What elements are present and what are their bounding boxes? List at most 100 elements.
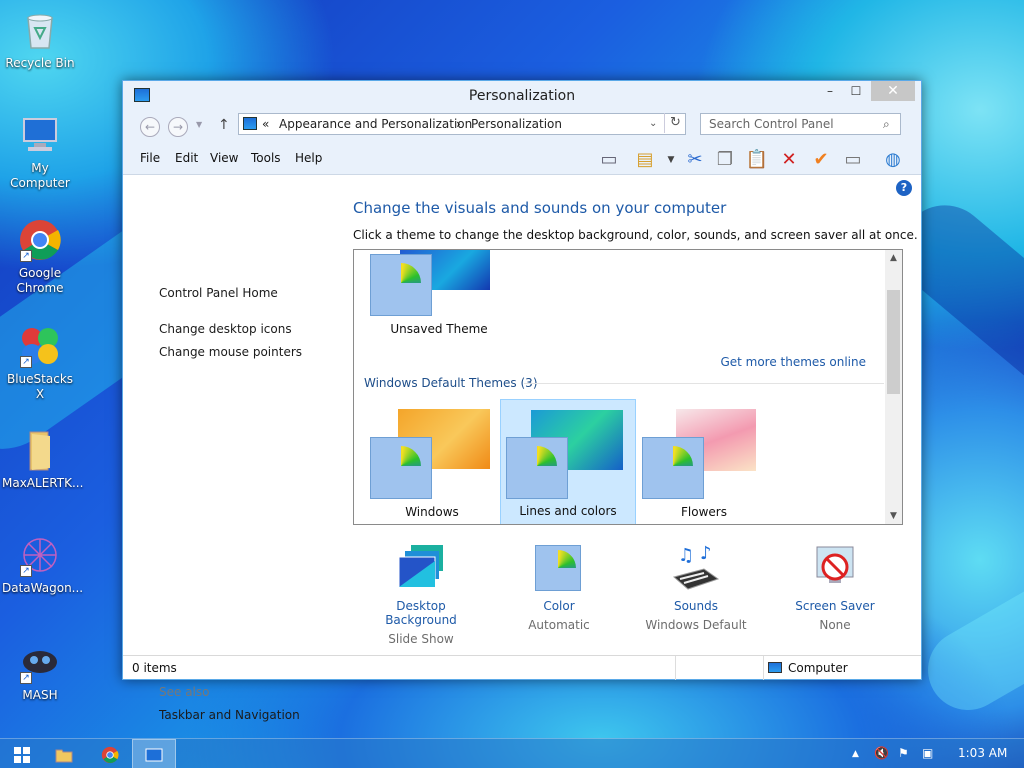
shortcut-arrow-icon: ↗ — [20, 250, 32, 262]
volume-muted-icon[interactable]: 🔇 — [874, 746, 889, 760]
cut-icon[interactable]: ✂ — [683, 149, 707, 171]
setting-value: None — [819, 618, 851, 632]
menu-edit[interactable]: Edit — [175, 151, 198, 165]
menu-toolbar-row: File Edit View Tools Help ▭ ▤ ▼ ✂ ❐ 📋 ✕ … — [123, 143, 921, 175]
paste-icon[interactable]: 📋 — [745, 149, 769, 171]
sounds-setting[interactable]: ♫ ♪ Sounds Windows Default — [636, 543, 756, 632]
scroll-up-icon[interactable]: ▲ — [885, 253, 902, 263]
theme-flowers[interactable]: Flowers — [636, 399, 772, 524]
control-panel-home-link[interactable]: Control Panel Home — [159, 286, 278, 300]
desktop-icon-my-computer[interactable]: My Computer — [2, 113, 78, 191]
personalization-window: Personalization – ☐ ✕ ← → ▼ ↑ « Appearan… — [122, 80, 922, 722]
change-desktop-icons-link[interactable]: Change desktop icons — [159, 322, 292, 336]
datawagon-icon: ↗ — [18, 533, 62, 577]
color-swatch — [535, 545, 581, 591]
address-row: ← → ▼ ↑ « Appearance and Personalization… — [123, 109, 921, 143]
folder-icon — [55, 749, 73, 762]
setting-value: Automatic — [528, 618, 590, 632]
up-button[interactable]: ↑ — [218, 117, 230, 133]
breadcrumb-personalization[interactable]: Personalization — [471, 117, 562, 131]
desktop-background-icon — [395, 543, 447, 595]
taskbar-navigation-link[interactable]: Taskbar and Navigation — [159, 708, 300, 722]
preview-pane-icon[interactable]: ▭ — [597, 149, 621, 171]
breadcrumb-appearance[interactable]: Appearance and Personalization — [279, 117, 472, 131]
chrome-icon — [101, 746, 119, 763]
desktop-icon-bluestacks[interactable]: ↗ BlueStacks X — [2, 324, 78, 402]
desktop-icon-label: My Computer — [10, 161, 70, 190]
desktop-icon-maxalert[interactable]: MaxALERTK... — [2, 428, 83, 491]
svg-text:♫: ♫ — [678, 545, 694, 566]
title-bar[interactable]: Personalization – ☐ ✕ — [123, 81, 921, 109]
themes-scrollbar[interactable]: ▲ ▼ — [885, 250, 902, 524]
theme-unsaved[interactable]: Unsaved Theme — [364, 250, 500, 344]
action-center-icon[interactable]: ⚑ — [898, 746, 909, 760]
theme-windows[interactable]: Windows — [364, 399, 500, 524]
theme-name: Windows — [405, 505, 459, 519]
menu-tools[interactable]: Tools — [251, 151, 281, 165]
control-panel-icon — [145, 748, 163, 761]
color-swatch — [506, 437, 568, 499]
desktop-icon-mash[interactable]: ↗ MASH — [2, 640, 78, 703]
computer-icon — [18, 113, 62, 157]
forward-button[interactable]: → — [168, 117, 188, 137]
color-setting[interactable]: Color Automatic — [499, 543, 619, 632]
delete-icon[interactable]: ✕ — [777, 149, 801, 171]
start-button[interactable] — [0, 739, 44, 768]
shortcut-arrow-icon: ↗ — [20, 565, 32, 577]
globe-icon[interactable]: ◍ — [881, 149, 905, 171]
refresh-icon[interactable]: ↻ — [664, 113, 686, 133]
menu-file[interactable]: File — [140, 151, 160, 165]
chevron-down-icon[interactable]: ⌄ — [649, 118, 657, 129]
search-icon: ⌕ — [883, 117, 890, 131]
desktop-icon-datawagon[interactable]: ↗ DataWagon... — [2, 533, 83, 596]
help-icon[interactable]: ? — [896, 180, 912, 196]
show-hidden-icons-button[interactable]: ▲ — [852, 749, 859, 759]
chrome-taskbar-button[interactable] — [88, 739, 132, 768]
bluestacks-icon: ↗ — [18, 324, 62, 368]
theme-lines-and-colors[interactable]: Lines and colors — [500, 399, 636, 524]
menu-help[interactable]: Help — [295, 151, 322, 165]
divider — [763, 656, 764, 680]
screen-saver-setting[interactable]: Screen Saver None — [775, 543, 895, 632]
color-swatch — [370, 437, 432, 499]
color-swatch — [370, 254, 432, 316]
page-title: Change the visuals and sounds on your co… — [353, 199, 727, 217]
search-input[interactable]: Search Control Panel — [700, 113, 901, 135]
scroll-down-icon[interactable]: ▼ — [885, 511, 902, 521]
color-fan-icon — [645, 438, 702, 495]
close-button[interactable]: ✕ — [871, 81, 915, 101]
desktop-icon-label: Recycle Bin — [5, 56, 75, 70]
organize-icon[interactable]: ▤ — [633, 149, 657, 171]
menu-view[interactable]: View — [210, 151, 238, 165]
window-title: Personalization — [468, 88, 576, 104]
rename-icon[interactable]: ▭ — [841, 149, 865, 171]
maximize-button[interactable]: ☐ — [843, 81, 869, 101]
file-explorer-taskbar-button[interactable] — [42, 739, 86, 768]
recent-pages-icon[interactable]: ▼ — [196, 120, 202, 129]
divider — [675, 656, 676, 680]
desktop-icon-google-chrome[interactable]: ↗ Google Chrome — [2, 218, 78, 296]
desktop-background-setting[interactable]: Desktop Background Slide Show — [361, 543, 481, 646]
organize-dropdown-icon[interactable]: ▼ — [659, 149, 683, 171]
scrollbar-thumb[interactable] — [887, 290, 900, 394]
properties-check-icon[interactable]: ✔ — [809, 149, 833, 171]
page-description: Click a theme to change the desktop back… — [353, 228, 918, 242]
network-icon[interactable]: ▣ — [922, 746, 933, 760]
get-more-themes-link[interactable]: Get more themes online — [720, 355, 866, 369]
copy-icon[interactable]: ❐ — [713, 149, 737, 171]
address-bar[interactable]: « Appearance and Personalization › Perso… — [238, 113, 686, 135]
color-fan-icon — [533, 543, 584, 594]
minimize-button[interactable]: – — [817, 81, 843, 101]
address-prefix: « — [262, 117, 270, 131]
shortcut-arrow-icon: ↗ — [20, 672, 32, 684]
change-mouse-pointers-link[interactable]: Change mouse pointers — [159, 345, 302, 359]
folder-icon — [18, 428, 62, 472]
setting-label: Sounds — [673, 599, 719, 613]
theme-name: Unsaved Theme — [390, 322, 488, 336]
taskbar-clock[interactable]: 1:03 AM — [958, 746, 1007, 760]
desktop-icon-recycle-bin[interactable]: Recycle Bin — [2, 8, 78, 71]
wallpaper-shape — [913, 555, 1024, 725]
control-panel-taskbar-button[interactable] — [132, 739, 176, 768]
back-button[interactable]: ← — [140, 117, 160, 137]
color-swatch — [642, 437, 704, 499]
